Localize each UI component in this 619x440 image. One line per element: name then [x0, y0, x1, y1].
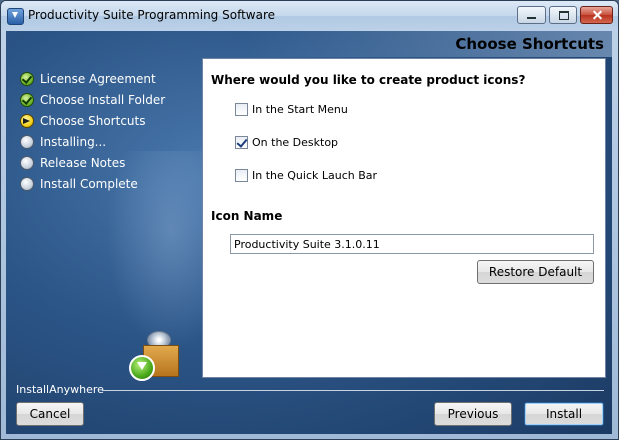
installer-brand: InstallAnywhere — [16, 383, 104, 396]
step-item: License Agreement — [20, 68, 165, 89]
cancel-button[interactable]: Cancel — [16, 402, 84, 426]
icon-name-input[interactable] — [230, 234, 594, 254]
option-label: In the Start Menu — [252, 103, 348, 116]
start-menu-checkbox[interactable] — [235, 103, 248, 116]
step-label: Choose Shortcuts — [40, 113, 146, 128]
page-title: Choose Shortcuts — [455, 35, 604, 53]
step-label: Release Notes — [40, 155, 126, 170]
pending-circle-icon — [20, 134, 34, 149]
title-bar[interactable]: Productivity Suite Programming Software — [1, 1, 618, 31]
desktop-checkbox[interactable] — [235, 136, 248, 149]
checkmark-icon — [20, 92, 34, 107]
download-arrow-icon — [129, 355, 155, 381]
close-button[interactable] — [580, 6, 613, 24]
previous-button[interactable]: Previous — [434, 402, 512, 426]
icon-name-label: Icon Name — [211, 209, 283, 223]
step-item: Installing... — [20, 131, 165, 152]
step-label: Choose Install Folder — [40, 92, 166, 107]
step-item: Install Complete — [20, 173, 165, 194]
step-label: Install Complete — [40, 176, 138, 191]
installer-window: Productivity Suite Programming Software … — [0, 0, 619, 440]
pending-circle-icon — [20, 176, 34, 191]
step-item: Choose Shortcuts — [20, 110, 165, 131]
shortcuts-panel: Where would you like to create product i… — [202, 58, 606, 378]
maximize-button[interactable] — [549, 6, 577, 24]
app-icon — [7, 8, 24, 25]
step-item: Release Notes — [20, 152, 165, 173]
arrow-right-icon — [20, 113, 34, 128]
window-title: Productivity Suite Programming Software — [28, 8, 276, 22]
install-button[interactable]: Install — [524, 402, 604, 426]
footer-divider — [102, 390, 604, 391]
question-heading: Where would you like to create product i… — [211, 73, 526, 87]
steps-list: License Agreement Choose Install Folder … — [20, 68, 165, 194]
quick-launch-checkbox[interactable] — [235, 169, 248, 182]
option-label: On the Desktop — [252, 136, 339, 149]
option-quick-launch[interactable]: In the Quick Lauch Bar — [235, 169, 377, 182]
installer-body: Choose Shortcuts License Agreement Choos… — [6, 31, 612, 434]
step-label: License Agreement — [40, 71, 156, 86]
checkmark-icon — [20, 71, 34, 86]
option-label: In the Quick Lauch Bar — [252, 169, 378, 182]
pending-circle-icon — [20, 155, 34, 170]
option-desktop[interactable]: On the Desktop — [235, 136, 338, 149]
restore-default-button[interactable]: Restore Default — [477, 260, 594, 284]
step-label: Installing... — [40, 134, 107, 149]
install-box-graphic — [127, 331, 187, 383]
minimize-button[interactable] — [517, 6, 546, 24]
step-item: Choose Install Folder — [20, 89, 165, 110]
option-start-menu[interactable]: In the Start Menu — [235, 103, 348, 116]
